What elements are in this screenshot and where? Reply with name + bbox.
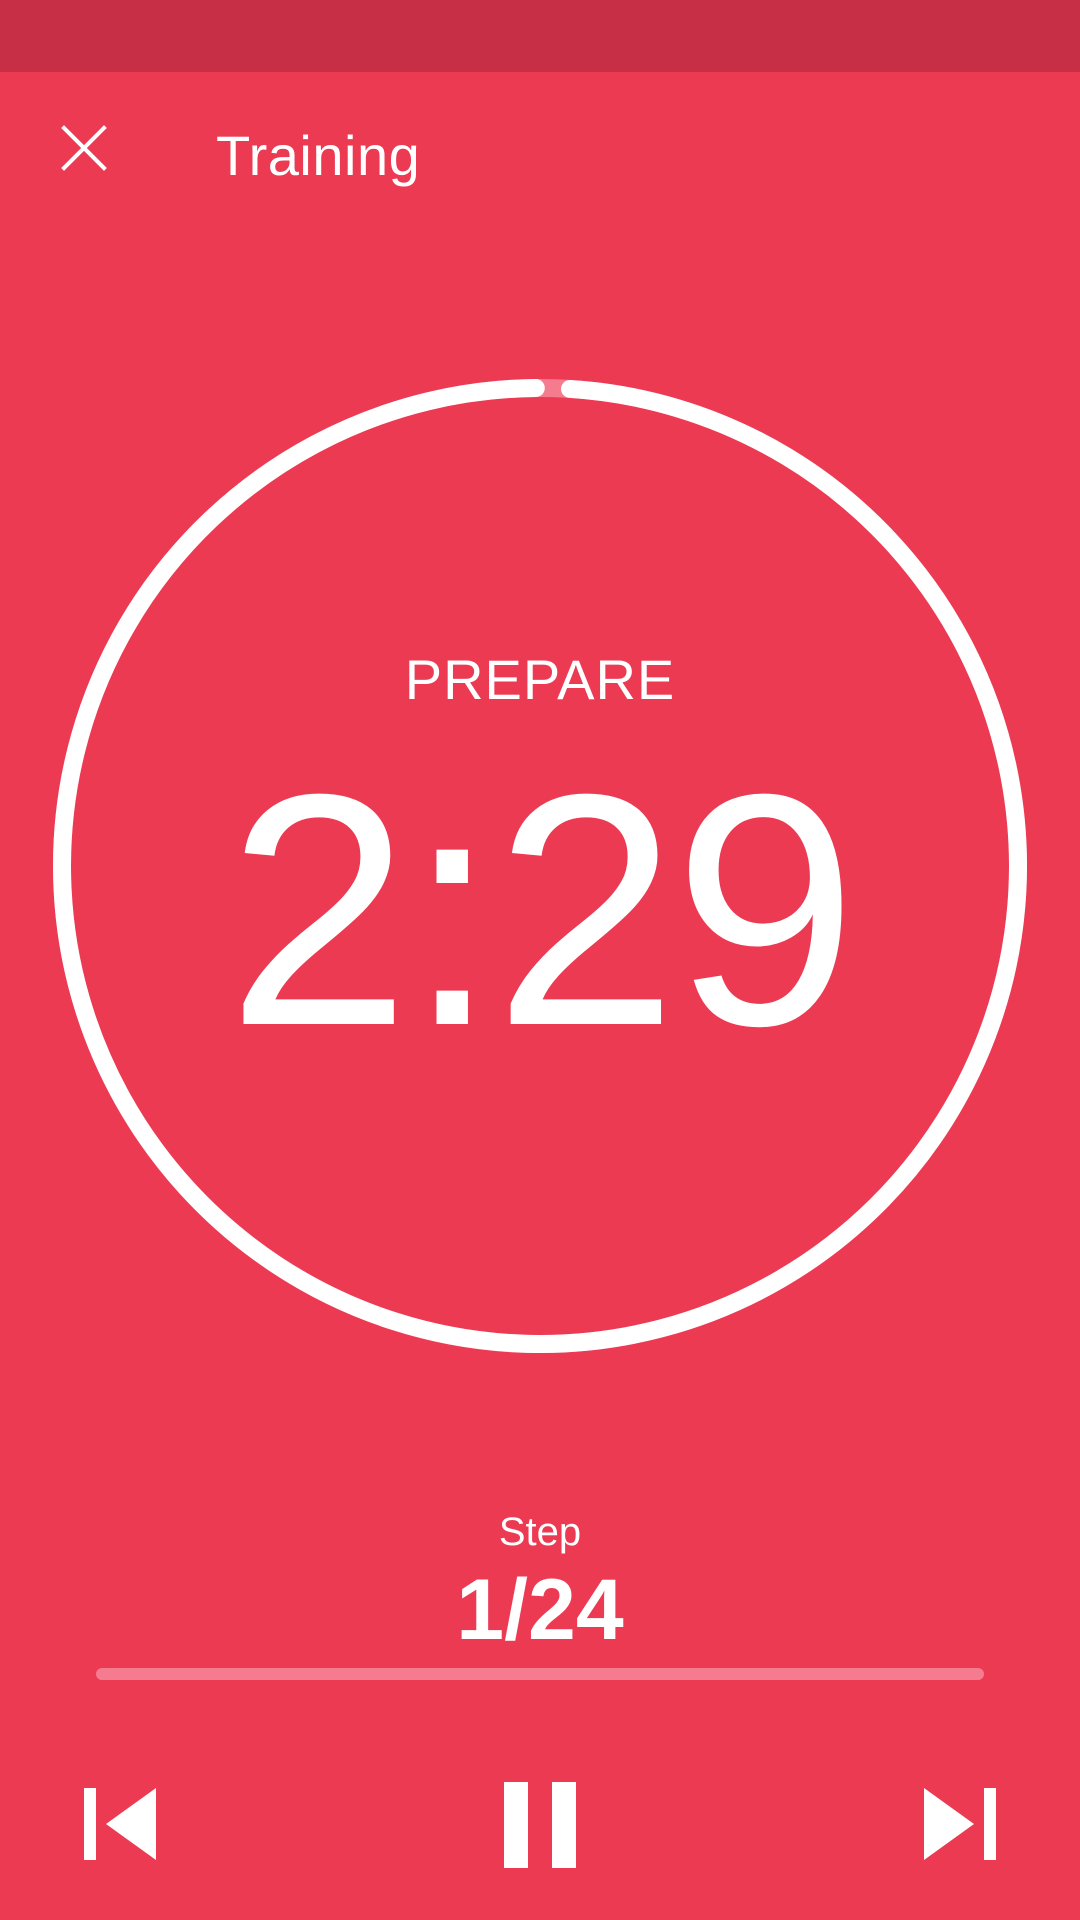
close-icon: [61, 125, 107, 171]
pause-icon: [504, 1782, 576, 1868]
training-screen: Training PREPARE 2:29 Step 1/24: [0, 0, 1080, 1920]
step-counter: 1/24: [456, 1562, 624, 1658]
previous-step-button[interactable]: [66, 1768, 176, 1872]
close-button[interactable]: [46, 110, 122, 186]
status-bar: [0, 0, 1080, 72]
skip-next-icon: [924, 1788, 996, 1860]
app-bar: [0, 72, 1080, 240]
skip-previous-icon: [84, 1788, 156, 1860]
page-title: Training: [216, 124, 421, 187]
time-display: 2:29: [226, 725, 857, 1094]
pause-button[interactable]: [490, 1770, 590, 1878]
step-progress-bar: [96, 1668, 984, 1680]
phase-label: PREPARE: [404, 648, 676, 711]
step-caption: Step: [498, 1510, 582, 1554]
next-step-button[interactable]: [904, 1768, 1014, 1872]
